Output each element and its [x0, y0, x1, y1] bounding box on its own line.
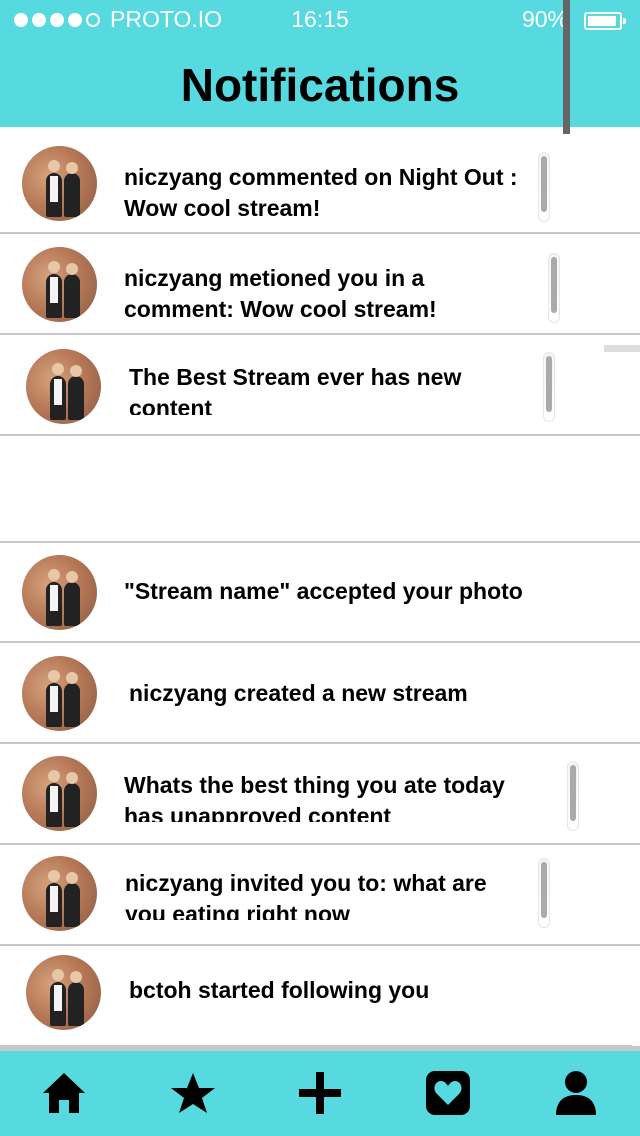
notification-row[interactable]: niczyang invited you to: what are you ea… — [0, 846, 640, 946]
home-icon — [43, 1073, 85, 1113]
scroll-indicator[interactable] — [563, 0, 570, 153]
avatar — [22, 656, 97, 731]
avatar — [22, 247, 97, 322]
notification-text: niczyang commented on Night Out : Wow co… — [124, 164, 518, 221]
avatar — [22, 555, 97, 630]
row-scrollbar[interactable] — [567, 761, 579, 831]
notification-row[interactable]: niczyang commented on Night Out : Wow co… — [0, 134, 640, 234]
avatar — [26, 349, 101, 424]
tab-activity[interactable] — [416, 1061, 480, 1125]
star-icon — [171, 1073, 215, 1113]
notification-row[interactable]: "Stream name" accepted your photo — [0, 543, 640, 643]
notification-text: The Best Stream ever has new content — [129, 364, 462, 415]
notification-text: Whats the best thing you ate today has u… — [124, 772, 505, 822]
row-scrollbar[interactable] — [548, 253, 560, 323]
avatar — [22, 856, 97, 931]
row-scrollbar[interactable] — [538, 152, 550, 222]
battery-icon — [584, 12, 626, 30]
tab-home[interactable] — [32, 1061, 96, 1125]
avatar — [22, 756, 97, 831]
avatar — [22, 146, 97, 221]
empty-row — [0, 437, 640, 543]
avatar — [26, 955, 101, 1030]
tab-bar — [0, 1046, 640, 1136]
notification-text: niczyang created a new stream — [129, 680, 468, 706]
notification-row[interactable]: The Best Stream ever has new content — [0, 336, 640, 436]
notification-row[interactable]: Whats the best thing you ate today has u… — [0, 745, 640, 845]
page-title: Notifications — [180, 59, 460, 111]
status-bar: PROTO.IO 16:15 90% — [0, 4, 640, 34]
tab-favorites[interactable] — [161, 1061, 225, 1125]
tab-add[interactable] — [288, 1061, 352, 1125]
battery-percent: 90% — [521, 6, 568, 32]
profile-icon — [556, 1071, 596, 1115]
notification-row[interactable]: niczyang created a new stream — [0, 644, 640, 744]
header: PROTO.IO 16:15 90% Notifications — [0, 0, 640, 127]
notification-text: niczyang invited you to: what are you ea… — [125, 870, 487, 920]
scroll-indicator[interactable] — [604, 345, 640, 352]
notification-row[interactable]: bctoh started following you — [0, 947, 632, 1047]
notification-text: bctoh started following you — [129, 977, 430, 1003]
tab-profile[interactable] — [544, 1061, 608, 1125]
notification-text: "Stream name" accepted your photo — [124, 578, 523, 604]
plus-icon — [299, 1072, 341, 1114]
heart-icon — [426, 1071, 470, 1115]
row-scrollbar[interactable] — [543, 352, 555, 422]
notification-row[interactable]: niczyang metioned you in a comment: Wow … — [0, 235, 640, 335]
notification-text: niczyang metioned you in a comment: Wow … — [124, 265, 437, 322]
row-scrollbar[interactable] — [538, 858, 550, 928]
